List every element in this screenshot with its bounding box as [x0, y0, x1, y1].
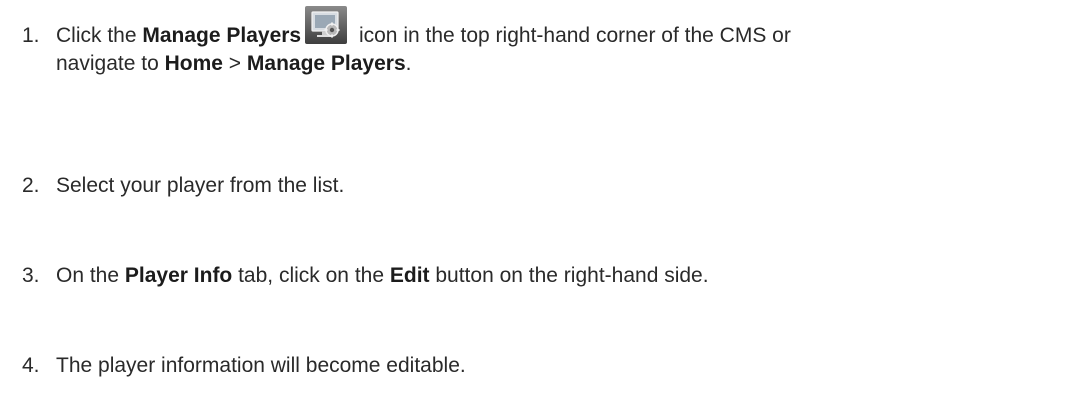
step-1-line-1: 1. Click the Manage Players icon in the t… — [22, 6, 1072, 52]
step-text: tab, click on the — [232, 264, 390, 287]
step-text: icon in the top right-hand corner of the… — [353, 24, 791, 47]
step-text: . — [405, 52, 412, 75]
step-3: 3. On the Player Info tab, click on the E… — [22, 260, 1072, 292]
step-text: navigate to — [56, 52, 165, 75]
ui-term-home: Home — [164, 52, 223, 75]
step-1: 1. Click the Manage Players icon in the t… — [22, 6, 1072, 80]
ui-term-manage-players: Manage Players — [142, 24, 302, 47]
ui-term-player-info: Player Info — [124, 264, 233, 287]
step-text: Click the — [56, 24, 143, 47]
step-text: The player information will become edita… — [56, 354, 466, 377]
step-number: 2. — [22, 174, 40, 197]
step-2: 2. Select your player from the list. — [22, 170, 1072, 202]
step-text: On the — [56, 264, 125, 287]
step-number: 3. — [22, 264, 40, 287]
step-number: 4. — [22, 354, 40, 377]
step-4: 4. The player information will become edi… — [22, 350, 1072, 382]
step-text: Select your player from the list. — [56, 174, 345, 197]
step-number: 1. — [22, 24, 40, 47]
step-text: button on the right-hand side. — [429, 264, 709, 287]
manage-players-icon — [305, 6, 348, 44]
step-text: > — [222, 52, 247, 75]
ui-term-manage-players: Manage Players — [246, 52, 406, 75]
step-1-line-2: navigate to Home > Manage Players. — [22, 48, 1072, 80]
ui-term-edit: Edit — [389, 264, 430, 287]
